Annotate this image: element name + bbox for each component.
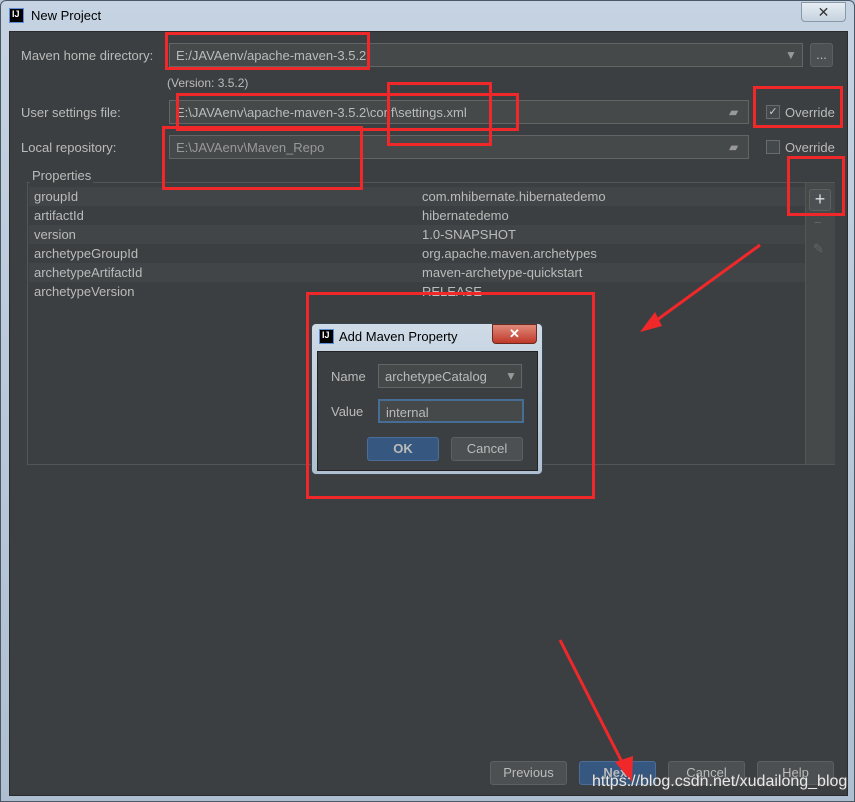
- watermark: https://blog.csdn.net/xudailong_blog: [592, 773, 848, 790]
- annotation-arrows: [558, 243, 761, 782]
- arrow-head: [640, 312, 662, 332]
- arrow-line: [649, 243, 761, 327]
- properties-title: Properties: [30, 168, 94, 183]
- arrow-line: [558, 639, 628, 771]
